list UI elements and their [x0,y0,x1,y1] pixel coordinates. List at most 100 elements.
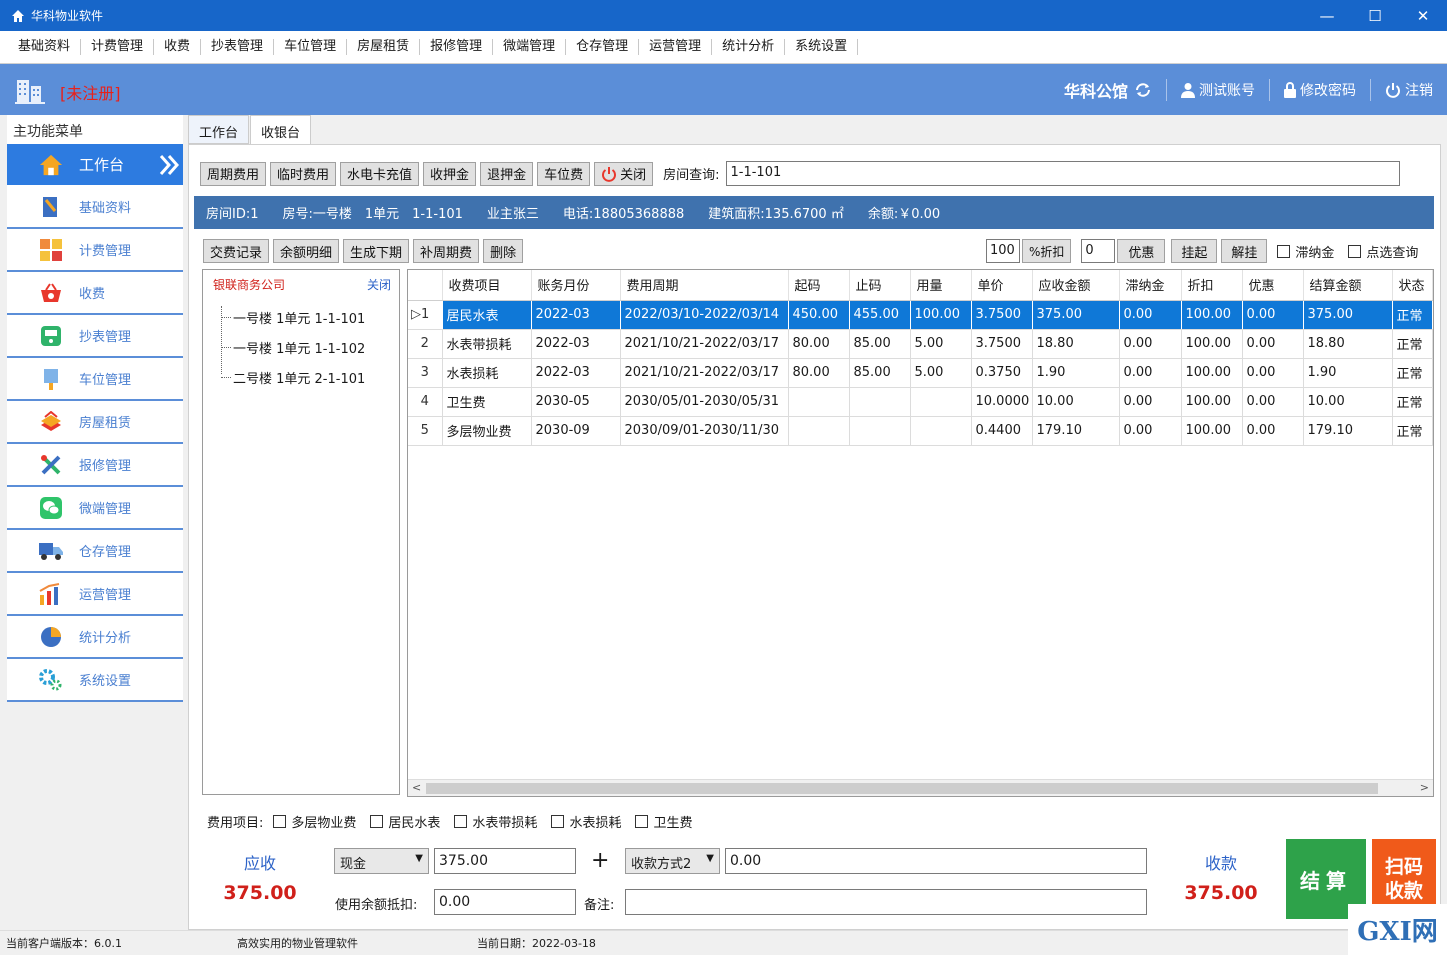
table-header[interactable]: 折扣 [1181,270,1243,301]
payment-amount-2-input[interactable]: 0.00 [725,848,1147,874]
row-number[interactable]: 3 [408,358,443,388]
logout-link[interactable]: 注销 [1385,80,1433,100]
table-cell[interactable]: 375.00 [1032,300,1120,330]
table-header[interactable]: 收费项目 [442,270,532,301]
table-cell[interactable]: 0.00 [1119,358,1182,388]
discount-input[interactable]: 100 [986,239,1020,263]
sidebar-item-workbench[interactable]: 工作台 [7,144,183,186]
table-cell[interactable]: 正常 [1392,387,1433,417]
tree-node[interactable]: 二号楼 1单元 2-1-101 [203,362,399,392]
sidebar-item-settings[interactable]: 系统设置 [7,659,183,702]
sidebar-item-charge[interactable]: 收费 [7,272,183,315]
table-cell[interactable]: 85.00 [849,358,911,388]
generate-next-button[interactable]: 生成下期 [343,239,410,263]
table-header[interactable]: 起码 [788,270,850,301]
table-cell[interactable]: 10.0000 [971,387,1033,417]
table-cell[interactable]: 正常 [1392,300,1433,330]
remark-input[interactable] [625,889,1147,915]
table-cell[interactable]: 100.00 [910,300,972,330]
parking-fee-button[interactable]: 车位费 [537,161,591,186]
table-header[interactable]: 止码 [849,270,911,301]
fee-item-checkbox[interactable]: 多层物业费 [273,812,356,831]
card-recharge-button[interactable]: 水电卡充值 [340,161,420,186]
sidebar-item-operation[interactable]: 运营管理 [7,573,183,616]
menu-repair[interactable]: 报修管理 [420,39,494,55]
table-cell[interactable]: 2030-09 [531,416,621,446]
sidebar-item-micro[interactable]: 微端管理 [7,487,183,530]
table-cell[interactable]: 卫生费 [442,387,532,417]
fee-item-checkbox[interactable]: 水表带损耗 [454,812,537,831]
table-cell[interactable]: 2030-05 [531,387,621,417]
table-cell[interactable]: 2022-03 [531,300,621,330]
table-cell[interactable]: 450.00 [788,300,850,330]
table-cell[interactable]: 2021/10/21-2022/03/17 [620,329,789,359]
table-cell[interactable]: 80.00 [788,358,850,388]
change-password-link[interactable]: 修改密码 [1284,80,1356,100]
switch-icon[interactable] [1134,82,1152,98]
table-cell[interactable]: 100.00 [1181,358,1243,388]
table-cell[interactable]: 正常 [1392,329,1433,359]
refund-deposit-button[interactable]: 退押金 [480,161,534,186]
table-header[interactable]: 账务月份 [531,270,621,301]
payment-history-button[interactable]: 交费记录 [203,239,270,263]
click-query-checkbox[interactable]: 点选查询 [1348,242,1418,261]
table-cell[interactable] [788,416,850,446]
table-cell[interactable]: 455.00 [849,300,911,330]
account-link[interactable]: 测试账号 [1181,80,1255,100]
table-cell[interactable]: 水表带损耗 [442,329,532,359]
table-cell[interactable]: 179.10 [1303,416,1393,446]
table-cell[interactable]: 0.00 [1242,300,1304,330]
table-cell[interactable]: 正常 [1392,358,1433,388]
table-cell[interactable]: 多层物业费 [442,416,532,446]
table-row[interactable]: 2 水表带损耗 2022-03 2021/10/21-2022/03/17 80.00 8… [408,329,1433,359]
table-cell[interactable]: 179.10 [1032,416,1120,446]
table-cell[interactable]: 1.90 [1303,358,1393,388]
maximize-button[interactable]: ☐ [1351,0,1399,31]
fee-item-checkbox[interactable]: 水表损耗 [551,812,621,831]
table-cell[interactable] [910,416,972,446]
table-cell[interactable]: 5.00 [910,358,972,388]
offer-button[interactable]: 优惠 [1117,239,1166,263]
table-header[interactable]: 状态 [1392,270,1433,301]
table-cell[interactable]: 18.80 [1303,329,1393,359]
table-cell[interactable]: 85.00 [849,329,911,359]
table-cell[interactable] [788,387,850,417]
temporary-fee-button[interactable]: 临时费用 [270,161,337,186]
late-fee-checkbox[interactable]: 滞纳金 [1277,242,1334,261]
delete-button[interactable]: 删除 [483,239,524,263]
menu-basic[interactable]: 基础资料 [8,39,82,55]
payment-amount-1-input[interactable]: 375.00 [434,848,576,874]
table-cell[interactable]: 2021/10/21-2022/03/17 [620,358,789,388]
unhold-button[interactable]: 解挂 [1221,239,1268,263]
tree-close-link[interactable]: 关闭 [367,276,391,294]
table-cell[interactable]: 1.90 [1032,358,1120,388]
table-cell[interactable]: 2022-03 [531,358,621,388]
table-row[interactable]: 5 多层物业费 2030-09 2030/09/01-2030/11/30 0.4400… [408,416,1433,446]
table-cell[interactable] [849,416,911,446]
periodic-fee-button[interactable]: 周期费用 [200,161,267,186]
table-cell[interactable]: 100.00 [1181,387,1243,417]
menu-operation[interactable]: 运营管理 [639,39,713,55]
table-cell[interactable]: 0.3750 [971,358,1033,388]
sidebar-item-repair[interactable]: 报修管理 [7,444,183,487]
scroll-thumb[interactable] [426,783,1378,794]
table-cell[interactable]: 5.00 [910,329,972,359]
offer-input[interactable]: 0 [1081,239,1116,263]
table-header[interactable]: 优惠 [1242,270,1304,301]
row-number[interactable]: 4 [408,387,443,417]
discount-button[interactable]: %折扣 [1022,239,1072,263]
menu-settings[interactable]: 系统设置 [785,39,859,55]
menu-charge[interactable]: 收费 [154,39,202,55]
table-cell[interactable]: 80.00 [788,329,850,359]
menu-billing[interactable]: 计费管理 [81,39,155,55]
minimize-button[interactable]: — [1303,0,1351,31]
sidebar-item-statistics[interactable]: 统计分析 [7,616,183,659]
table-header[interactable]: 用量 [910,270,972,301]
tab-workbench[interactable]: 工作台 [188,115,250,144]
table-cell[interactable]: 100.00 [1181,416,1243,446]
row-number[interactable]: ▷1 [408,300,443,330]
table-cell[interactable]: 3.7500 [971,300,1033,330]
table-cell[interactable]: 0.00 [1242,416,1304,446]
sidebar-item-parking[interactable]: 车位管理 [7,358,183,401]
table-header[interactable]: 应收金额 [1032,270,1120,301]
